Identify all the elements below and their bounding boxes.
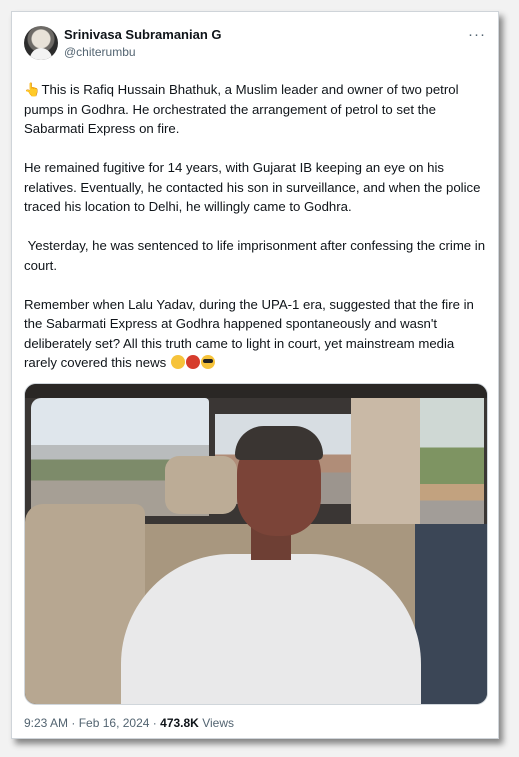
- tweet-paragraph: Remember when Lalu Yadav, during the UPA…: [24, 295, 486, 373]
- author-handle[interactable]: @chiterumbu: [64, 45, 136, 59]
- person-shirt: [121, 554, 421, 704]
- tweet-meta: 9:23 AM · Feb 16, 2024 · 473.8K Views: [24, 716, 234, 730]
- avatar-figure: [30, 48, 52, 60]
- car-ceiling: [25, 384, 487, 398]
- paragraph-text: This is Rafiq Hussain Bhathuk, a Muslim …: [24, 82, 459, 136]
- views-count: 473.8K: [160, 716, 199, 730]
- views-label: Views: [202, 716, 234, 730]
- paragraph-text: Yesterday, he was sentenced to life impr…: [24, 238, 489, 273]
- separator: ·: [71, 716, 76, 730]
- pointing-up-icon: 👆: [24, 82, 41, 97]
- tweet-header: Srinivasa Subramanian G @chiterumbu ···: [24, 26, 486, 66]
- tweet-photo[interactable]: [24, 383, 488, 705]
- tweet-paragraph: Yesterday, he was sentenced to life impr…: [24, 236, 486, 275]
- paragraph-text: He remained fugitive for 14 years, with …: [24, 160, 481, 214]
- separator: ·: [152, 716, 157, 730]
- paragraph-text: Remember when Lalu Yadav, during the UPA…: [24, 296, 474, 371]
- tweet-time[interactable]: 9:23 AM: [24, 716, 68, 730]
- author-name[interactable]: Srinivasa Subramanian G: [64, 27, 222, 42]
- car-headrest: [165, 456, 237, 514]
- avatar[interactable]: [24, 26, 58, 60]
- tweet-card: Srinivasa Subramanian G @chiterumbu ··· …: [11, 11, 499, 739]
- more-options-icon[interactable]: ···: [468, 26, 486, 43]
- angry-face-icon: [185, 355, 200, 369]
- tweet-paragraph: He remained fugitive for 14 years, with …: [24, 158, 486, 217]
- sunglasses-face-icon: [200, 355, 215, 369]
- thinking-face-icon: [170, 355, 185, 369]
- tweet-text: 👆 This is Rafiq Hussain Bhathuk, a Musli…: [24, 80, 486, 392]
- tweet-date[interactable]: Feb 16, 2024: [79, 716, 150, 730]
- tweet-paragraph: 👆 This is Rafiq Hussain Bhathuk, a Musli…: [24, 80, 486, 139]
- person-hair: [235, 426, 323, 460]
